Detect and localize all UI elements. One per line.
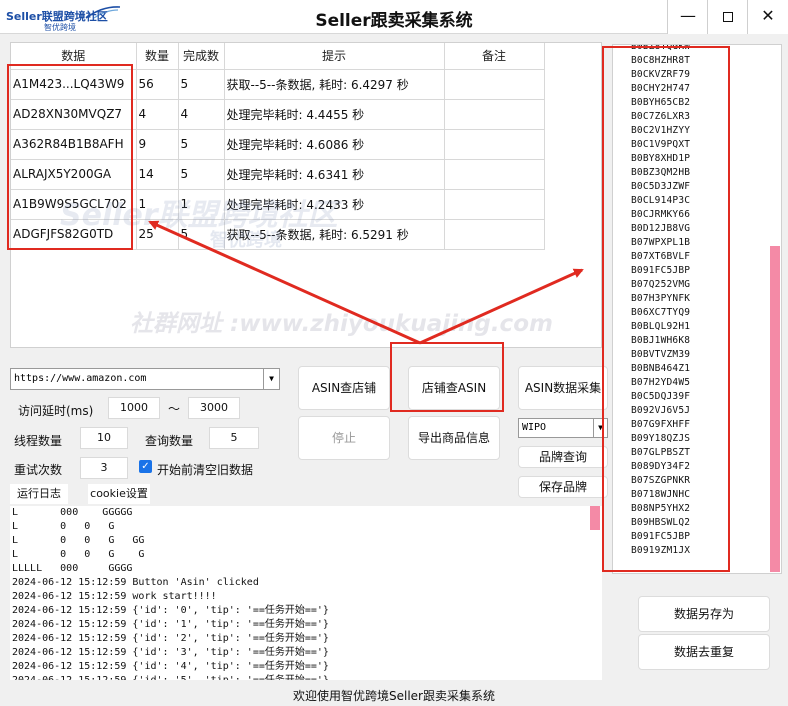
annotation-arrows <box>148 220 584 345</box>
annotation-arrow-left <box>148 220 421 345</box>
annotation-arrow-right <box>419 268 584 345</box>
app-window: Seller联盟跨境社区 智优跨境 Seller跟卖采集系统 — ✕ 数据 数量… <box>0 0 788 706</box>
